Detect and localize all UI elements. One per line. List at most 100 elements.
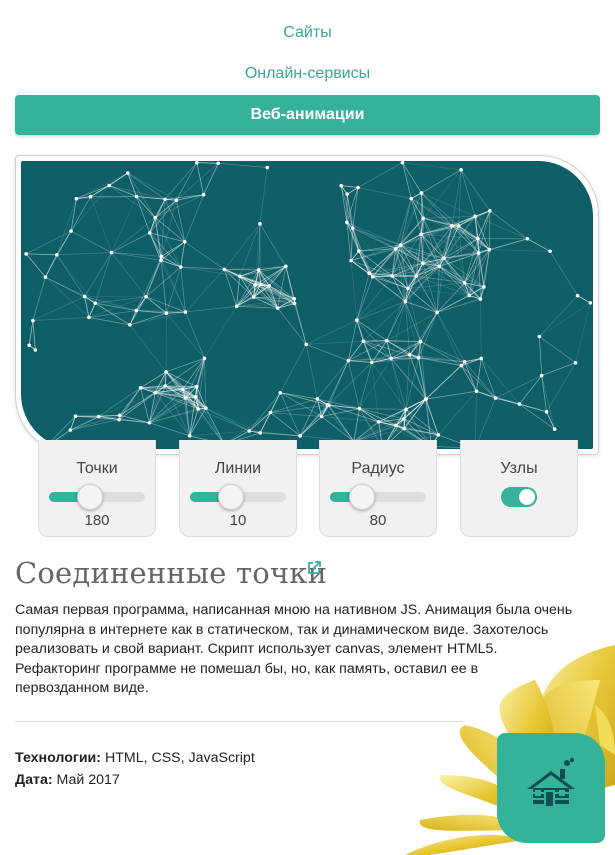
network-dot: [416, 356, 421, 360]
external-link-icon[interactable]: [307, 561, 321, 575]
network-dot: [69, 229, 73, 233]
network-dot: [402, 426, 407, 431]
network-dot: [184, 396, 188, 400]
network-dot: [370, 360, 374, 365]
network-dot: [193, 395, 198, 399]
tech-line: Технологии: HTML, CSS, JavaScript: [15, 750, 255, 766]
network-dot: [349, 258, 353, 263]
network-dot: [93, 301, 98, 305]
network-dot: [109, 250, 114, 255]
network-dot: [370, 274, 375, 279]
network-dot: [216, 161, 221, 166]
network-dot: [479, 356, 484, 361]
network-dot: [462, 359, 467, 364]
network-dot: [87, 315, 91, 320]
points-value: 180: [84, 512, 110, 529]
network-dot: [27, 343, 31, 348]
lines-control: Линии 10: [179, 440, 297, 537]
network-dot: [278, 390, 283, 395]
network-dot: [144, 294, 148, 299]
network-dot: [456, 224, 461, 228]
network-dot: [406, 286, 410, 291]
radius-label: Радиус: [351, 460, 405, 477]
network-dot: [153, 215, 157, 220]
network-dot: [345, 220, 349, 225]
date-value: Май 2017: [56, 772, 120, 788]
lines-slider-handle[interactable]: [218, 484, 245, 510]
network-dot: [182, 240, 187, 244]
network-dot: [253, 283, 257, 287]
network-dot: [424, 397, 428, 401]
points-slider[interactable]: [49, 484, 145, 510]
network-dot: [202, 356, 207, 361]
nav-link-web-animations[interactable]: Веб-анимации: [15, 95, 600, 135]
network-dot: [315, 397, 320, 401]
network-dot: [96, 414, 101, 419]
radius-slider-handle[interactable]: [348, 484, 375, 510]
date-label: Дата:: [15, 772, 53, 788]
radius-control: Радиус 80: [319, 440, 437, 537]
network-dot: [476, 251, 481, 255]
home-button[interactable]: [497, 733, 605, 843]
network-dot: [421, 216, 426, 221]
network-dot: [88, 194, 93, 199]
network-dot: [24, 252, 28, 256]
network-dot: [376, 420, 381, 424]
network-dot: [298, 434, 302, 438]
network-dot: [31, 318, 35, 323]
network-dot: [43, 275, 48, 279]
network-dot: [327, 403, 331, 408]
lines-value: 10: [229, 512, 247, 529]
connected-dots-canvas[interactable]: [21, 161, 593, 449]
network-dot: [163, 197, 167, 202]
lines-slider[interactable]: [190, 484, 286, 510]
network-dot: [544, 409, 549, 414]
tech-value: HTML, CSS, JavaScript: [104, 750, 255, 766]
network-dot: [394, 423, 398, 428]
network-dot: [147, 231, 152, 235]
network-dot: [482, 285, 486, 289]
network-dot: [436, 433, 441, 437]
points-slider-handle[interactable]: [77, 484, 104, 510]
network-dot: [319, 414, 324, 419]
network-dot: [153, 390, 158, 395]
network-dot: [201, 192, 206, 197]
nodes-toggle[interactable]: [501, 487, 537, 507]
network-dot: [134, 308, 139, 313]
network-dot: [537, 334, 542, 339]
network-dot: [128, 323, 132, 327]
network-dot: [33, 348, 38, 352]
network-dot: [577, 168, 581, 173]
network-dot: [117, 413, 122, 418]
network-dot: [442, 256, 446, 261]
network-dot: [194, 384, 199, 389]
network-dot: [575, 293, 580, 298]
network-dot: [304, 342, 309, 347]
network-dot: [178, 265, 183, 269]
network-dot: [552, 427, 557, 431]
network-dot: [407, 353, 412, 357]
network-dot: [180, 387, 185, 392]
network-dot: [345, 192, 349, 196]
animation-canvas-frame: [15, 155, 599, 455]
network-dot: [164, 311, 169, 315]
network-dot: [247, 429, 252, 433]
network-dot: [74, 196, 79, 201]
nav-link-online-services[interactable]: Онлайн-сервисы: [15, 65, 600, 83]
network-dot: [204, 406, 208, 410]
network-dot: [138, 386, 143, 390]
network-dot: [68, 428, 73, 432]
radius-slider[interactable]: [330, 484, 426, 510]
network-dot: [435, 310, 439, 315]
network-dot: [419, 191, 424, 195]
network-dot: [268, 410, 273, 415]
network-dot: [125, 171, 130, 175]
network-dot: [450, 224, 454, 228]
network-dot: [459, 363, 464, 368]
network-dot: [462, 281, 467, 285]
network-dot: [367, 271, 371, 276]
nav-link-sites[interactable]: Сайты: [15, 24, 600, 42]
network-dot: [234, 304, 239, 309]
network-lines: [25, 162, 591, 449]
network-dot: [275, 306, 280, 310]
